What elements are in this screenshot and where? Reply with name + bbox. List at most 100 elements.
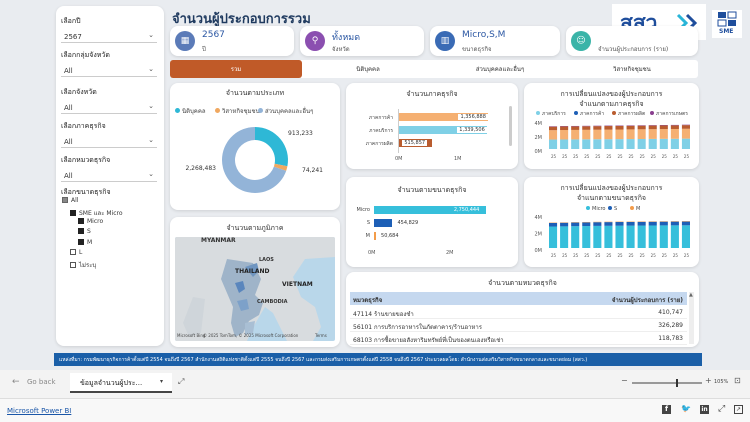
- trend-bar-segment[interactable]: [560, 126, 569, 131]
- trend-bar-segment[interactable]: [571, 222, 580, 227]
- trend-bar-segment[interactable]: [582, 226, 591, 248]
- trend-legend-item[interactable]: ภาคการผลิต: [612, 110, 645, 118]
- trend-legend-item[interactable]: Micro: [586, 206, 605, 212]
- trend-bar-segment[interactable]: [648, 138, 657, 149]
- trend-bar-segment[interactable]: [637, 225, 646, 248]
- trend-bar-segment[interactable]: [560, 222, 569, 227]
- fit-to-page-icon[interactable]: ⊡: [734, 376, 741, 385]
- trend-bar-segment[interactable]: [549, 222, 558, 227]
- linkedin-icon[interactable]: in: [700, 405, 709, 414]
- trend-bar-segment[interactable]: [659, 225, 668, 248]
- trend-bar-segment[interactable]: [670, 225, 679, 248]
- size-filter-item[interactable]: M: [78, 239, 92, 246]
- trend-bar-segment[interactable]: [604, 139, 613, 149]
- checkbox-icon[interactable]: [78, 239, 84, 245]
- trend-bar-segment[interactable]: [670, 221, 679, 226]
- filter-dropdown[interactable]: All ⌄: [61, 101, 157, 114]
- trend-bar-segment[interactable]: [626, 129, 635, 140]
- trend-bar-segment[interactable]: [571, 129, 580, 140]
- trend-bar-segment[interactable]: [626, 225, 635, 248]
- size-filter-item[interactable]: All: [62, 197, 78, 204]
- checkbox-icon[interactable]: [70, 249, 76, 255]
- trend-bar-segment[interactable]: [626, 221, 635, 226]
- trend-bar-segment[interactable]: [593, 139, 602, 149]
- checkbox-icon[interactable]: [62, 197, 68, 203]
- table-row[interactable]: 68103 การซื้อขายอสังหาริมทรัพย์ที่เป็นขอ…: [350, 333, 687, 345]
- trend-bar-segment[interactable]: [659, 125, 668, 130]
- table-row[interactable]: 47114 ร้านขายของชำ 410,747: [350, 307, 687, 319]
- trend-legend-item[interactable]: ภาคบริการ: [536, 110, 566, 118]
- facebook-icon[interactable]: f: [662, 405, 671, 414]
- size-filter-item[interactable]: L: [70, 249, 82, 256]
- trend-bar-segment[interactable]: [659, 129, 668, 139]
- trend-bar-segment[interactable]: [615, 125, 624, 130]
- trend-bar-segment[interactable]: [681, 128, 690, 139]
- trend-bar-segment[interactable]: [549, 226, 558, 248]
- table-scrollbar[interactable]: ▲: [689, 292, 694, 344]
- trend-bar-segment[interactable]: [681, 138, 690, 149]
- size-filter-item[interactable]: S: [78, 228, 91, 235]
- trend-bar-segment[interactable]: [582, 126, 591, 130]
- trend-bar-segment[interactable]: [593, 222, 602, 226]
- table-header-count[interactable]: จำนวนผู้ประกอบการ (ราย): [612, 295, 683, 305]
- trend-bar-segment[interactable]: [670, 128, 679, 139]
- checkbox-icon[interactable]: [78, 228, 84, 234]
- filter-dropdown[interactable]: All ⌄: [61, 64, 157, 77]
- size-bar[interactable]: [374, 219, 393, 227]
- trend-bar-segment[interactable]: [571, 226, 580, 248]
- trend-bar-segment[interactable]: [604, 126, 613, 130]
- trend-bar-segment[interactable]: [648, 125, 657, 130]
- trend-bar-segment[interactable]: [615, 129, 624, 140]
- go-back-button[interactable]: Go back: [27, 378, 56, 386]
- trend-bar-segment[interactable]: [549, 130, 558, 140]
- checkbox-icon[interactable]: [78, 218, 84, 224]
- trend-bar-segment[interactable]: [659, 221, 668, 226]
- trend-bar-segment[interactable]: [593, 129, 602, 140]
- checkbox-icon[interactable]: [70, 262, 76, 268]
- trend-bar-segment[interactable]: [670, 125, 679, 129]
- trend-bar-segment[interactable]: [615, 139, 624, 149]
- tab-2[interactable]: ส่วนบุคคลและอื่นๆ: [434, 60, 566, 78]
- trend-bar-segment[interactable]: [648, 221, 657, 226]
- trend-bar-segment[interactable]: [560, 139, 569, 149]
- trend-bar-segment[interactable]: [615, 225, 624, 248]
- trend-bar-segment[interactable]: [560, 226, 569, 248]
- trend-bar-segment[interactable]: [593, 126, 602, 130]
- trend-legend-item[interactable]: M: [630, 206, 640, 212]
- trend-bar-segment[interactable]: [670, 138, 679, 149]
- trend-bar-segment[interactable]: [604, 222, 613, 226]
- trend-bar-segment[interactable]: [681, 125, 690, 129]
- trend-bar-segment[interactable]: [626, 139, 635, 149]
- trend-legend-item[interactable]: S: [608, 206, 617, 212]
- twitter-icon[interactable]: 🐦: [681, 404, 691, 413]
- zoom-slider-handle[interactable]: [676, 379, 678, 387]
- trend-bar-segment[interactable]: [637, 125, 646, 130]
- size-filter-item[interactable]: SME และ Micro: [70, 208, 123, 218]
- size-filter-item[interactable]: ไม่ระบุ: [70, 260, 96, 270]
- trend-bar-segment[interactable]: [681, 225, 690, 248]
- powerbi-link[interactable]: Microsoft Power BI: [7, 407, 71, 415]
- trend-legend-item[interactable]: ภาคการค้า: [574, 110, 604, 118]
- trend-bar-segment[interactable]: [615, 222, 624, 226]
- trend-bar-segment[interactable]: [681, 221, 690, 226]
- trend-bar-segment[interactable]: [648, 225, 657, 248]
- trend-bar-segment[interactable]: [582, 129, 591, 140]
- region-map[interactable]: MYANMAR THAILAND LAOS VIETNAM CAMBODIA M…: [175, 237, 335, 341]
- trend-bar-segment[interactable]: [549, 139, 558, 149]
- tab-3[interactable]: วิสาหกิจชุมชน: [566, 60, 698, 78]
- trend-legend-item[interactable]: ภาคการเกษตร: [650, 110, 688, 118]
- back-arrow-icon[interactable]: ←: [12, 377, 20, 387]
- trend-bar-segment[interactable]: [604, 225, 613, 248]
- tab-1[interactable]: นิติบุคคล: [302, 60, 434, 78]
- filter-dropdown[interactable]: 2567 ⌄: [61, 30, 157, 43]
- checkbox-icon[interactable]: [70, 210, 76, 216]
- filter-dropdown[interactable]: All ⌄: [61, 169, 157, 182]
- trend-bar-segment[interactable]: [637, 129, 646, 139]
- trend-bar-segment[interactable]: [582, 222, 591, 227]
- table-header-category[interactable]: หมวดธุรกิจ: [353, 295, 382, 305]
- map-terms-link[interactable]: Terms: [315, 333, 327, 338]
- size-bar[interactable]: [374, 232, 377, 240]
- trend-bar-segment[interactable]: [637, 221, 646, 226]
- zoom-slider[interactable]: [632, 379, 702, 387]
- trend-bar-segment[interactable]: [604, 129, 613, 140]
